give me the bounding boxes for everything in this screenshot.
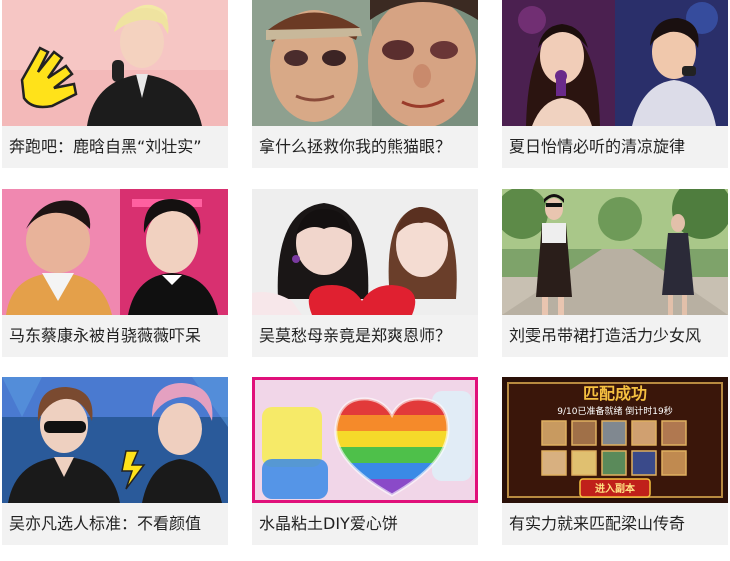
card-caption[interactable]: 水晶粘土DIY爱心饼	[252, 503, 478, 545]
video-card-9[interactable]: 匹配成功 9/10已准备就绪 倒计时19秒 进入副本 有实力就来匹配梁山传奇	[502, 377, 728, 561]
card-caption[interactable]: 有实力就来匹配梁山传奇	[502, 503, 728, 545]
card-caption[interactable]: 吴亦凡选人标准：不看颜值	[2, 503, 228, 545]
match-success-title: 匹配成功	[583, 384, 647, 403]
video-card-5[interactable]: 吴莫愁母亲竟是郑爽恩师？	[252, 189, 478, 373]
card-caption[interactable]: 吴莫愁母亲竟是郑爽恩师？	[252, 315, 478, 357]
card-caption[interactable]: 夏日怡情必听的清凉旋律	[502, 126, 728, 168]
video-card-2[interactable]: 拿什么拯救你我的熊猫眼？	[252, 0, 478, 184]
card-caption[interactable]: 奔跑吧：鹿晗自黑“刘壮实”	[2, 126, 228, 168]
game-match-thumbnail[interactable]: 匹配成功 9/10已准备就绪 倒计时19秒 进入副本	[502, 377, 728, 503]
rainbow-heart-slime-thumbnail[interactable]	[252, 377, 478, 503]
video-card-4[interactable]: 马东蔡康永被肖骁薇薇吓呆	[2, 189, 228, 373]
card-caption[interactable]: 拿什么拯救你我的熊猫眼？	[252, 126, 478, 168]
kris-wu-show-thumbnail[interactable]	[2, 377, 228, 503]
summer-singers-thumbnail[interactable]	[502, 0, 728, 126]
two-women-portrait-thumbnail[interactable]	[252, 189, 478, 315]
video-card-8[interactable]: 水晶粘土DIY爱心饼	[252, 377, 478, 561]
video-card-7[interactable]: 吴亦凡选人标准：不看颜值	[2, 377, 228, 561]
card-caption[interactable]: 刘雯吊带裙打造活力少女风	[502, 315, 728, 357]
enter-dungeon-button: 进入副本	[595, 482, 636, 495]
street-style-thumbnail[interactable]	[502, 189, 728, 315]
match-countdown-text: 9/10已准备就绪 倒计时19秒	[557, 405, 673, 417]
card-caption[interactable]: 马东蔡康永被肖骁薇薇吓呆	[2, 315, 228, 357]
video-card-1[interactable]: 奔跑吧：鹿晗自黑“刘壮实”	[2, 0, 228, 184]
panda-eyes-thumbnail[interactable]	[252, 0, 478, 126]
video-card-3[interactable]: 夏日怡情必听的清凉旋律	[502, 0, 728, 184]
video-card-6[interactable]: 刘雯吊带裙打造活力少女风	[502, 189, 728, 373]
running-man-luhan-thumbnail[interactable]	[2, 0, 228, 126]
variety-show-hosts-thumbnail[interactable]	[2, 189, 228, 315]
